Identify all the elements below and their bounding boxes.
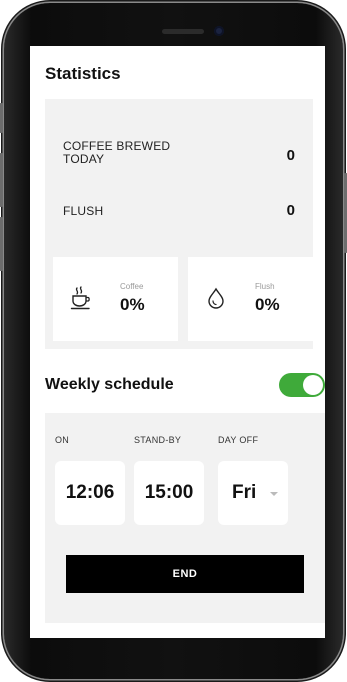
flush-card-label: Flush <box>255 282 275 291</box>
day-off-value: Fri <box>232 482 257 503</box>
standby-column-label: STAND-BY <box>134 435 182 445</box>
coffee-brewed-label: COFFEE BREWED TODAY <box>63 139 171 166</box>
coffee-stat-card: Coffee 0% <box>53 257 178 341</box>
on-time-picker[interactable]: 12:06 <box>55 461 125 525</box>
weekly-schedule-toggle[interactable] <box>279 373 325 397</box>
app-screen: Statistics COFFEE BREWED TODAY 0 FLUSH 0… <box>30 46 325 638</box>
front-camera <box>214 26 224 36</box>
weekly-schedule-title: Weekly schedule <box>45 376 174 393</box>
statistics-title: Statistics <box>45 64 121 83</box>
coffee-card-value: 0% <box>120 295 145 314</box>
volume-down-button <box>0 217 3 271</box>
day-off-select[interactable]: Fri <box>218 461 288 525</box>
flush-row: FLUSH 0 <box>63 202 295 222</box>
coffee-brewed-value: 0 <box>286 147 295 164</box>
coffee-cup-icon <box>70 286 90 310</box>
on-column-label: ON <box>55 435 70 445</box>
end-button[interactable]: END <box>66 555 304 593</box>
flush-label: FLUSH <box>63 204 104 218</box>
toggle-knob <box>303 375 323 395</box>
coffee-brewed-row: COFFEE BREWED TODAY 0 <box>63 140 295 170</box>
schedule-panel: ON STAND-BY DAY OFF 12:06 15:00 Fri END <box>45 413 325 623</box>
earpiece-speaker <box>162 29 204 34</box>
water-drop-icon <box>208 287 224 309</box>
statistics-panel: COFFEE BREWED TODAY 0 FLUSH 0 Coffee 0% <box>45 99 313 349</box>
volume-up-button <box>0 153 3 207</box>
dayoff-column-label: DAY OFF <box>218 435 259 445</box>
coffee-card-label: Coffee <box>120 282 144 291</box>
flush-card-value: 0% <box>255 295 280 314</box>
flush-value: 0 <box>286 202 295 219</box>
dropdown-caret-icon <box>270 492 278 496</box>
phone-frame: Statistics COFFEE BREWED TODAY 0 FLUSH 0… <box>0 3 347 679</box>
flush-stat-card: Flush 0% <box>188 257 313 341</box>
silent-switch <box>0 103 3 133</box>
standby-time-picker[interactable]: 15:00 <box>134 461 204 525</box>
